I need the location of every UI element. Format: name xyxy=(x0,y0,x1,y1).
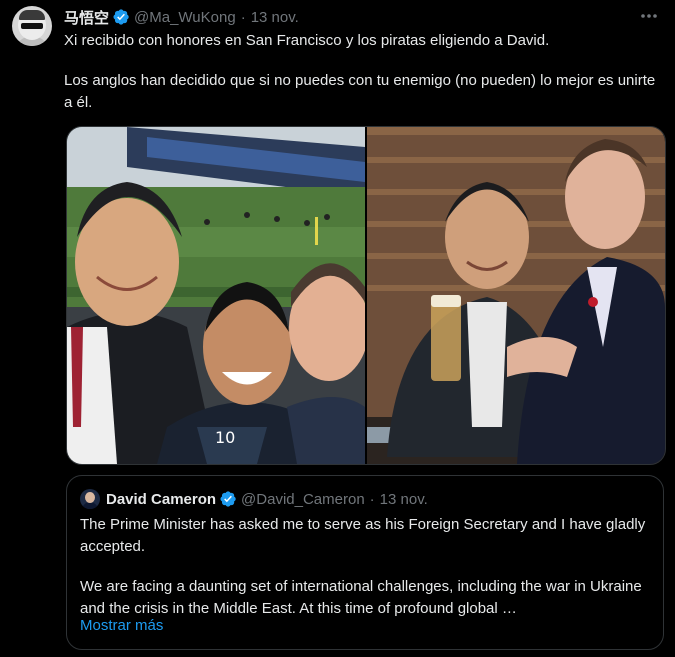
quoted-tweet[interactable]: David Cameron @David_Cameron · 13 nov. T… xyxy=(66,475,664,650)
verified-badge-icon xyxy=(219,490,237,508)
quoted-author-handle: @David_Cameron xyxy=(241,490,365,508)
author-display-name[interactable]: 马悟空 xyxy=(64,7,109,28)
tweet-text: Xi recibido con honores en San Francisco… xyxy=(64,30,664,114)
tweet-date[interactable]: 13 nov. xyxy=(251,9,299,26)
tweet-header: 马悟空 @Ma_WuKong · 13 nov. xyxy=(64,7,299,27)
header-separator: · xyxy=(240,8,246,26)
show-more-link[interactable]: Mostrar más xyxy=(80,617,163,634)
quoted-author-avatar xyxy=(80,489,100,509)
jersey-number: 10 xyxy=(215,428,235,447)
media-grid: 10 xyxy=(66,126,666,465)
quoted-tweet-date: 13 nov. xyxy=(379,490,428,508)
media-photo-pub[interactable] xyxy=(367,127,665,464)
header-separator: · xyxy=(369,490,375,508)
media-photo-selfie[interactable]: 10 xyxy=(67,127,365,464)
author-avatar[interactable] xyxy=(12,6,52,46)
quoted-paragraph: The Prime Minister has asked me to serve… xyxy=(80,516,646,555)
tweet-paragraph: Xi recibido con honores en San Francisco… xyxy=(64,32,550,49)
quoted-tweet-header: David Cameron @David_Cameron · 13 nov. xyxy=(80,489,428,509)
more-horizontal-icon xyxy=(641,14,657,18)
tweet-paragraph: Los anglos han decidido que si no puedes… xyxy=(64,72,656,111)
more-options-button[interactable] xyxy=(637,6,661,26)
verified-badge-icon xyxy=(112,8,130,26)
author-handle[interactable]: @Ma_WuKong xyxy=(134,9,236,26)
quoted-tweet-text: The Prime Minister has asked me to serve… xyxy=(80,514,655,620)
quoted-paragraph: We are facing a daunting set of internat… xyxy=(80,578,642,617)
quoted-author-display-name: David Cameron xyxy=(106,490,217,508)
tweet[interactable]: 马悟空 @Ma_WuKong · 13 nov. Xi recibido con… xyxy=(0,0,675,657)
